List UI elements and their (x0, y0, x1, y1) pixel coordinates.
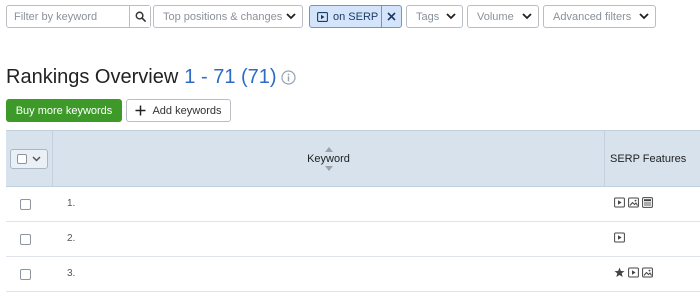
advanced-filters-label: Advanced filters (553, 10, 632, 23)
top-positions-label: Top positions & changes (163, 10, 283, 23)
video-icon[interactable] (614, 232, 625, 243)
star-icon[interactable] (614, 267, 625, 278)
add-keywords-label: Add keywords (152, 104, 222, 117)
row-checkbox[interactable] (20, 199, 31, 210)
chevron-down-icon (522, 13, 532, 20)
rankings-table: Keyword SERP Features 1. 2. 3. (6, 130, 700, 292)
filter-bar: Top positions & changes on SERP Tags Vol… (6, 5, 656, 28)
serp-chip-button[interactable]: on SERP (310, 6, 381, 27)
serp-features-cell (614, 232, 625, 243)
close-icon (387, 12, 396, 21)
serp-chip-label: on SERP (333, 10, 379, 23)
chevron-down-icon (286, 13, 296, 20)
serp-features-column-label: SERP Features (610, 153, 687, 165)
row-checkbox[interactable] (20, 234, 31, 245)
table-row: 1. (6, 187, 700, 222)
buy-more-keywords-label: Buy more keywords (15, 104, 113, 117)
serp-features-column-header[interactable]: SERP Features (606, 131, 700, 187)
top-positions-dropdown[interactable]: Top positions & changes (153, 5, 303, 28)
row-number: 2. (67, 233, 76, 244)
buy-more-keywords-button[interactable]: Buy more keywords (6, 99, 122, 122)
search-button[interactable] (129, 6, 150, 27)
row-number: 3. (67, 268, 76, 279)
page-title-text: Rankings Overview (6, 66, 179, 88)
advanced-filters-dropdown[interactable]: Advanced filters (543, 5, 656, 28)
keyword-column-label: Keyword (307, 153, 350, 165)
volume-dropdown[interactable]: Volume (467, 5, 539, 28)
chevron-down-icon (446, 13, 456, 20)
serp-features-cell (614, 197, 653, 208)
chevron-down-icon (32, 156, 41, 162)
search-icon (135, 11, 146, 22)
keyword-search (6, 5, 151, 28)
video-icon (317, 11, 328, 22)
plus-icon (135, 105, 146, 116)
video-icon[interactable] (614, 197, 625, 208)
table-body: 1. 2. 3. (6, 187, 700, 292)
serp-features-cell (614, 267, 653, 278)
select-all-cell (6, 131, 53, 187)
sort-up-icon (324, 147, 333, 152)
info-icon[interactable] (280, 70, 296, 85)
chevron-down-icon (639, 13, 649, 20)
video-icon[interactable] (628, 267, 639, 278)
serp-filter-chip: on SERP (309, 5, 402, 28)
tags-label: Tags (416, 10, 440, 23)
image-icon[interactable] (642, 267, 653, 278)
keyword-count: 1 - 71 (71) (184, 66, 277, 88)
keyword-filter-input[interactable] (7, 6, 129, 27)
table-row: 3. (6, 257, 700, 292)
add-keywords-button[interactable]: Add keywords (126, 99, 231, 122)
page-title: Rankings Overview 1 - 71 (71) (6, 66, 296, 89)
select-all-checkbox[interactable] (17, 154, 28, 164)
news-icon[interactable] (642, 197, 653, 208)
row-number: 1. (67, 198, 76, 209)
volume-label: Volume (477, 10, 514, 23)
sort-down-icon (324, 166, 333, 171)
row-checkbox[interactable] (20, 269, 31, 280)
image-icon[interactable] (628, 197, 639, 208)
table-row: 2. (6, 222, 700, 257)
keyword-column-header[interactable]: Keyword (53, 131, 605, 187)
tags-dropdown[interactable]: Tags (406, 5, 463, 28)
table-header: Keyword SERP Features (6, 130, 700, 187)
select-all-dropdown[interactable] (10, 149, 48, 169)
remove-serp-filter-button[interactable] (381, 6, 401, 27)
